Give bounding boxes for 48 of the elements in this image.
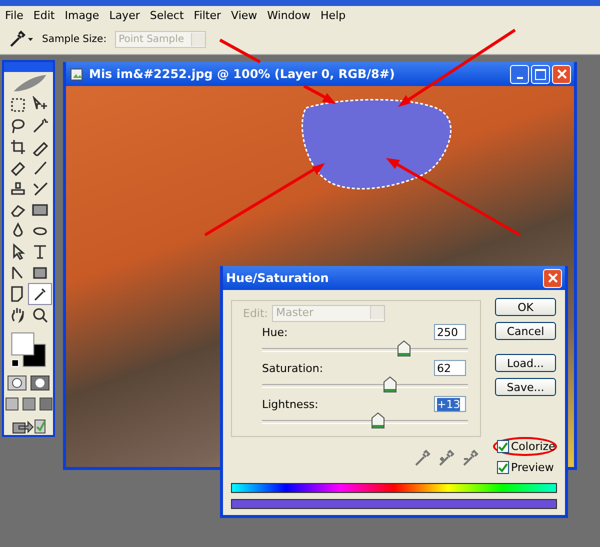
dialog-title: Hue/Saturation — [226, 271, 330, 285]
image-file-icon — [69, 66, 85, 82]
eyedropper-icon[interactable] — [28, 284, 50, 304]
maximize-button[interactable] — [531, 64, 550, 84]
screen-mode-icon[interactable] — [4, 397, 18, 411]
quick-mask-icon[interactable] — [30, 375, 50, 391]
menu-item[interactable]: Layer — [104, 8, 145, 22]
menu-item[interactable]: Select — [144, 8, 189, 22]
menu-item[interactable]: Filter — [188, 8, 226, 22]
slider-thumb[interactable] — [397, 340, 412, 357]
menu-item[interactable]: View — [226, 8, 262, 22]
dialog-button[interactable]: Save... — [495, 378, 556, 396]
checkbox-option[interactable]: Colorize — [493, 437, 557, 456]
screen-mode-icon[interactable] — [22, 397, 36, 411]
subtract-eyedropper-icon[interactable] — [461, 449, 479, 467]
close-icon — [556, 68, 568, 80]
value-field[interactable]: 62 — [434, 360, 466, 376]
slider-label: Hue: — [262, 326, 288, 338]
check-icon — [498, 442, 508, 452]
check-icon — [498, 462, 508, 472]
value-field[interactable]: 250 — [434, 324, 466, 340]
dialog-button[interactable]: Load... — [495, 354, 556, 372]
minimize-button[interactable] — [510, 64, 529, 84]
menu-item[interactable]: Edit — [28, 8, 60, 22]
eyedropper-icon[interactable] — [8, 30, 34, 48]
checkbox-option[interactable]: Preview — [493, 458, 557, 477]
close-icon — [546, 272, 558, 284]
slider-thumb[interactable] — [382, 376, 397, 393]
slider-label: Lightness: — [262, 398, 318, 410]
color-swatches-drawing[interactable] — [8, 330, 48, 369]
document-title: Mis im&#2252.jpg @ 100% (Layer 0, RGB/8#) — [89, 67, 396, 81]
slider-label: Saturation: — [262, 362, 324, 374]
toolbox-title-bar — [4, 62, 53, 72]
slider-thumb[interactable] — [371, 412, 386, 429]
dialog-button[interactable]: Cancel — [495, 322, 556, 340]
close-button[interactable] — [552, 64, 571, 84]
dialog-button[interactable]: OK — [495, 298, 556, 316]
close-button[interactable] — [543, 268, 562, 288]
add-eyedropper-icon[interactable] — [437, 449, 455, 467]
menu-item[interactable]: Help — [316, 8, 351, 22]
menu-item[interactable]: Image — [60, 8, 104, 22]
menu-item[interactable]: File — [0, 8, 28, 22]
menu-item[interactable]: Window — [262, 8, 316, 22]
edit-label: Edit: — [243, 307, 268, 320]
sample-size-label: Sample Size: — [42, 34, 107, 44]
value-field[interactable]: +13 — [434, 396, 466, 412]
screen-mode-icon[interactable] — [38, 397, 52, 411]
standard-mode-icon[interactable] — [7, 375, 27, 391]
